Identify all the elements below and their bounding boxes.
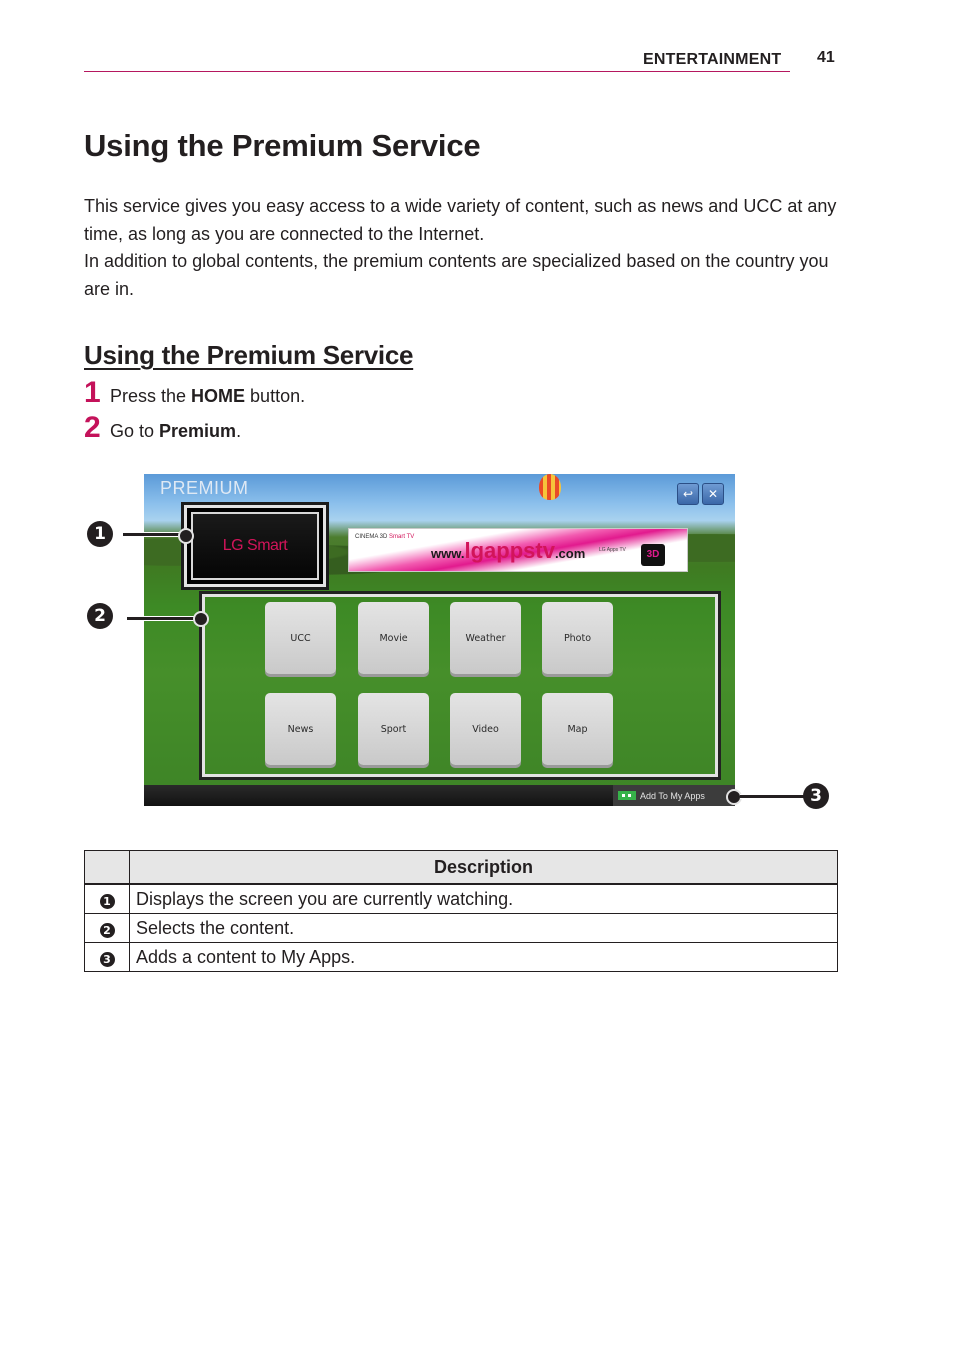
step-2: 2 Go to Premium.	[84, 411, 241, 445]
section-header: ENTERTAINMENT	[643, 51, 782, 68]
callout-1: 1	[87, 521, 113, 547]
description-table: Description 1 Displays the screen you ar…	[84, 850, 838, 972]
step-1: 1 Press the HOME button.	[84, 376, 305, 410]
header-description: Description	[129, 850, 838, 885]
callout-2: 2	[87, 603, 113, 629]
step-text: Go to Premium.	[110, 421, 242, 441]
callout-line-2	[127, 616, 199, 621]
table-header-row: Description	[84, 850, 838, 885]
callout-line-3	[740, 794, 806, 799]
banner-brand: CINEMA 3D Smart TV	[355, 534, 415, 540]
callout-line-1	[123, 532, 183, 537]
tile-movie[interactable]: Movie	[358, 602, 429, 674]
add-to-my-apps-button[interactable]: Add To My Apps	[613, 785, 735, 806]
tile-video[interactable]: Video	[450, 693, 521, 765]
table-row: 3 Adds a content to My Apps.	[84, 942, 838, 972]
green-key-icon	[618, 791, 636, 800]
number-bullet-icon: 2	[99, 922, 115, 938]
page-title: Using the Premium Service	[84, 128, 481, 163]
lg-apps-logo: LG Apps TV	[599, 547, 626, 553]
tile-map[interactable]: Map	[542, 693, 613, 765]
step-number: 1	[84, 376, 101, 409]
tile-ucc[interactable]: UCC	[265, 602, 336, 674]
tile-news[interactable]: News	[265, 693, 336, 765]
row-description: Adds a content to My Apps.	[129, 942, 838, 972]
now-watching-screen[interactable]: LG Smart	[184, 505, 326, 587]
3d-icon: 3D	[641, 544, 665, 566]
premium-screen: PREMIUM ↩ ✕ LG Smart CINEMA 3D Smart TV …	[144, 474, 735, 806]
callout-3: 3	[803, 783, 829, 809]
step-text: Press the HOME button.	[110, 386, 306, 406]
table-row: 2 Selects the content.	[84, 913, 838, 943]
table-row: 1 Displays the screen you are currently …	[84, 883, 838, 914]
intro-paragraph: In addition to global contents, the prem…	[84, 251, 829, 299]
banner-url: www.lgappstv.com	[431, 538, 586, 563]
tile-weather[interactable]: Weather	[450, 602, 521, 674]
intro-paragraph: This service gives you easy access to a …	[84, 196, 837, 244]
row-description: Selects the content.	[129, 913, 838, 943]
lg-smart-logo: LG Smart	[222, 537, 288, 554]
close-button[interactable]: ✕	[702, 483, 724, 505]
row-description: Displays the screen you are currently wa…	[129, 883, 838, 914]
hot-air-balloon-icon	[539, 474, 561, 500]
number-bullet-icon: 1	[99, 893, 115, 909]
number-bullet-icon: 3	[99, 951, 115, 967]
back-button[interactable]: ↩	[677, 483, 699, 505]
header-rule	[84, 71, 790, 72]
subsection-title: Using the Premium Service	[84, 340, 414, 370]
lgappstv-banner[interactable]: CINEMA 3D Smart TV www.lgappstv.com LG A…	[348, 528, 688, 572]
tile-sport[interactable]: Sport	[358, 693, 429, 765]
intro-text: This service gives you easy access to a …	[84, 193, 844, 303]
page-number: 41	[817, 49, 835, 66]
premium-title: PREMIUM	[160, 478, 249, 498]
step-number: 2	[84, 411, 101, 444]
tile-photo[interactable]: Photo	[542, 602, 613, 674]
callout-dot-2	[193, 611, 209, 627]
callout-dot-1	[178, 528, 194, 544]
header-num-cell	[84, 850, 130, 885]
